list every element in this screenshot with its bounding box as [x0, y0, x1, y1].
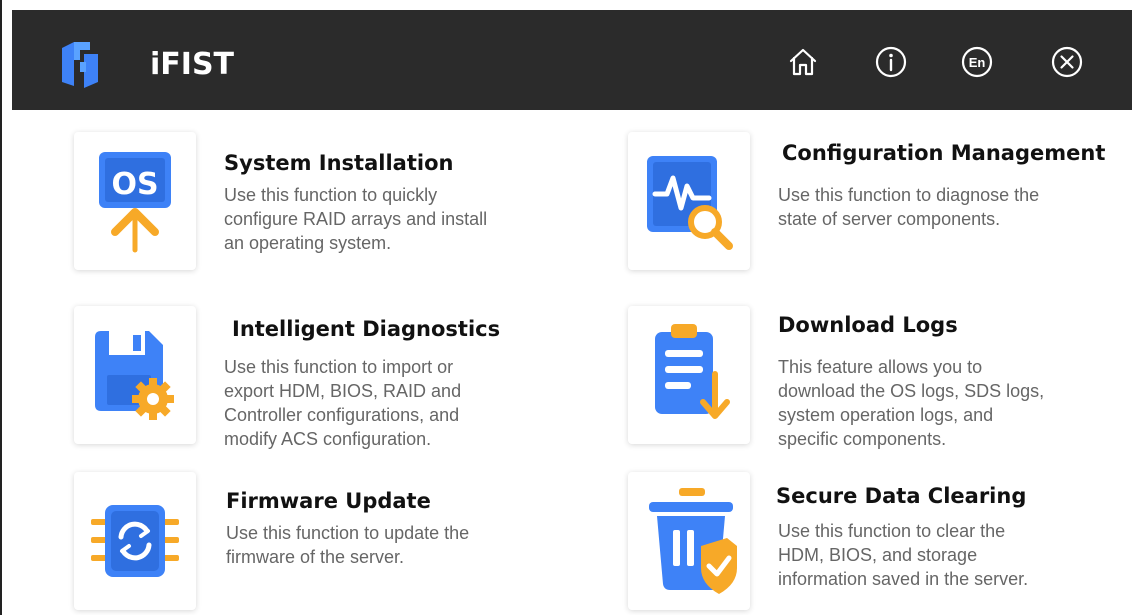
close-icon	[1051, 46, 1083, 78]
configuration-management-title[interactable]: Configuration Management	[782, 141, 1105, 165]
desc-line: Use this function to diagnose the	[778, 185, 1040, 205]
home-button[interactable]	[784, 43, 822, 81]
home-icon	[789, 48, 817, 76]
diagnose-monitor-icon	[647, 156, 733, 250]
desc-line: Use this function to quickly	[224, 185, 438, 205]
os-label: OS	[111, 167, 158, 202]
desc-line: specific components.	[778, 429, 947, 449]
language-icon: En	[961, 46, 993, 78]
desc-line: export HDM, BIOS, RAID and	[224, 381, 462, 401]
configuration-management-card[interactable]	[628, 132, 750, 270]
desc-line: modify ACS configuration.	[224, 429, 432, 449]
info-button[interactable]	[872, 43, 910, 81]
desc-line: Use this function to clear the	[778, 521, 1006, 541]
info-icon	[875, 46, 907, 78]
trash-shield-icon	[649, 488, 737, 594]
desc-line: Use this function to import or	[224, 357, 454, 377]
desc-line: state of server components.	[778, 209, 1001, 229]
firmware-update-card[interactable]	[74, 472, 196, 610]
top-bar: iFIST En	[12, 10, 1132, 110]
download-logs-desc: This feature allows you to download the …	[778, 355, 1078, 451]
system-installation-card[interactable]: OS	[74, 132, 196, 270]
firmware-update-desc: Use this function to update the firmware…	[226, 521, 526, 569]
desc-line: firmware of the server.	[226, 547, 405, 567]
download-logs-title[interactable]: Download Logs	[778, 313, 958, 337]
floppy-gear-icon	[95, 331, 174, 420]
secure-data-clearing-card[interactable]	[628, 472, 750, 610]
intelligent-diagnostics-card[interactable]	[74, 306, 196, 444]
configuration-management-desc: Use this function to diagnose the state …	[778, 183, 1078, 231]
desc-line: download the OS logs, SDS logs,	[778, 381, 1045, 401]
download-logs-card[interactable]	[628, 306, 750, 444]
firmware-update-title[interactable]: Firmware Update	[226, 489, 431, 513]
language-label: En	[969, 55, 986, 70]
secure-data-clearing-title[interactable]: Secure Data Clearing	[776, 484, 1026, 508]
system-installation-title[interactable]: System Installation	[224, 151, 453, 175]
app-window: iFIST En OS System Installation Use this…	[0, 0, 1132, 615]
app-title: iFIST	[150, 47, 235, 82]
desc-line: HDM, BIOS, and storage	[778, 545, 978, 565]
secure-data-clearing-desc: Use this function to clear the HDM, BIOS…	[778, 519, 1078, 591]
system-installation-desc: Use this function to quickly configure R…	[224, 183, 524, 255]
desc-line: information saved in the server.	[778, 569, 1029, 589]
intelligent-diagnostics-title[interactable]: Intelligent Diagnostics	[232, 317, 500, 341]
desc-line: an operating system.	[224, 233, 392, 253]
desc-line: system operation logs, and	[778, 405, 994, 425]
os-install-icon: OS	[99, 152, 171, 253]
desc-line: Controller configurations, and	[224, 405, 460, 425]
close-button[interactable]	[1048, 43, 1086, 81]
desc-line: Use this function to update the	[226, 523, 470, 543]
intelligent-diagnostics-desc: Use this function to import or export HD…	[224, 355, 524, 451]
logo-icon	[62, 42, 98, 88]
desc-line: configure RAID arrays and install	[224, 209, 488, 229]
language-button[interactable]: En	[958, 43, 996, 81]
chip-refresh-icon	[91, 505, 179, 577]
desc-line: This feature allows you to	[778, 357, 983, 377]
clipboard-download-icon	[655, 324, 730, 419]
